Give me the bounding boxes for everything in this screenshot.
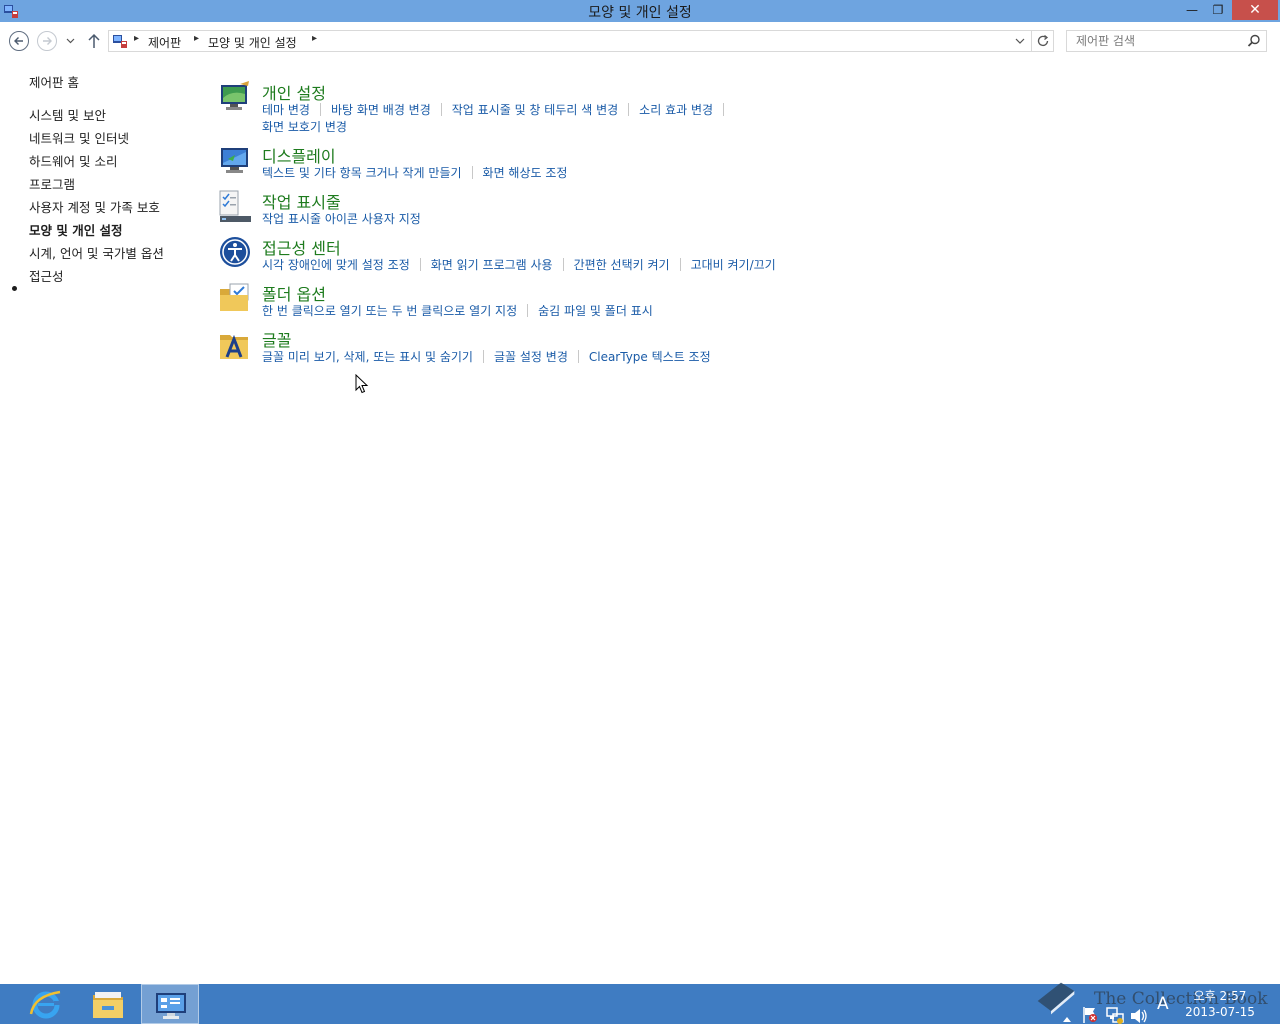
link-separator xyxy=(628,103,630,116)
link-separator xyxy=(577,350,579,363)
link-change-screen-saver[interactable]: 화면 보호기 변경 xyxy=(262,120,347,134)
personalization-title[interactable]: 개인 설정 xyxy=(262,80,326,104)
link-show-hidden-files[interactable]: 숨김 파일 및 폴더 표시 xyxy=(538,304,653,318)
link-adjust-resolution[interactable]: 화면 해상도 조정 xyxy=(483,166,568,180)
sidebar-item-ease-of-access[interactable]: 접근성 xyxy=(29,266,64,285)
navigation-bar: ▸ 제어판 ▸ 모양 및 개인 설정 ▸ xyxy=(0,22,1280,60)
link-preview-delete-fonts[interactable]: 글꼴 미리 보기, 삭제, 또는 표시 및 숨기기 xyxy=(262,350,473,364)
current-item-bullet xyxy=(12,286,17,291)
up-arrow-icon[interactable] xyxy=(86,32,102,50)
minimize-button[interactable]: — xyxy=(1180,0,1204,20)
link-separator xyxy=(419,258,421,271)
ease-of-access-links: 시각 장애인에 맞게 설정 조정 화면 읽기 프로그램 사용 간편한 선택키 켜기 고… xyxy=(262,257,842,274)
display-title[interactable]: 디스플레이 xyxy=(262,143,336,167)
window-title: 모양 및 개인 설정 xyxy=(588,5,692,21)
address-history-chevron-icon[interactable] xyxy=(1015,35,1025,47)
search-icon[interactable] xyxy=(1247,34,1261,48)
link-customize-taskbar-icons[interactable]: 작업 표시줄 아이콘 사용자 지정 xyxy=(262,212,421,226)
breadcrumb-appearance[interactable]: 모양 및 개인 설정 xyxy=(208,34,297,51)
folder-options-icon[interactable] xyxy=(218,281,252,315)
link-toggle-high-contrast[interactable]: 고대비 켜기/끄기 xyxy=(691,258,776,272)
fonts-icon[interactable] xyxy=(218,327,252,361)
link-separator xyxy=(527,304,529,317)
action-center-flag-icon[interactable] xyxy=(1082,995,1098,1024)
breadcrumb-separator-icon[interactable]: ▸ xyxy=(312,33,317,44)
link-optimize-visual[interactable]: 시각 장애인에 맞게 설정 조정 xyxy=(262,258,410,272)
forward-button[interactable] xyxy=(37,31,57,51)
link-change-taskbar-color[interactable]: 작업 표시줄 및 창 테두리 색 변경 xyxy=(452,103,618,117)
link-separator xyxy=(440,103,442,116)
address-bar[interactable]: ▸ 제어판 ▸ 모양 및 개인 설정 ▸ xyxy=(108,30,1054,52)
show-hidden-icons-icon[interactable] xyxy=(1062,999,1072,1024)
link-change-text-size[interactable]: 텍스트 및 기타 항목 크거나 작게 만들기 xyxy=(262,166,462,180)
input-method-indicator[interactable]: A xyxy=(1157,994,1169,1024)
ease-of-access-icon[interactable] xyxy=(218,235,252,269)
sidebar-item-user-accounts[interactable]: 사용자 계정 및 가족 보호 xyxy=(29,197,160,216)
close-button[interactable]: ✕ xyxy=(1232,0,1278,20)
refresh-icon[interactable] xyxy=(1036,34,1050,48)
folder-options-links: 한 번 클릭으로 열기 또는 두 번 클릭으로 열기 지정 숨김 파일 및 폴더 … xyxy=(262,303,842,320)
link-use-screen-reader[interactable]: 화면 읽기 프로그램 사용 xyxy=(431,258,553,272)
ease-of-access-title[interactable]: 접근성 센터 xyxy=(262,235,341,259)
network-icon[interactable] xyxy=(1106,995,1124,1024)
clock-date[interactable]: 2013-07-15 xyxy=(1180,1005,1260,1019)
link-change-sound-effects[interactable]: 소리 효과 변경 xyxy=(639,103,713,117)
link-separator xyxy=(679,258,681,271)
display-icon[interactable] xyxy=(218,143,252,177)
link-separator xyxy=(562,258,564,271)
taskbar-icon[interactable] xyxy=(218,189,252,223)
sidebar-item-network-internet[interactable]: 네트워크 및 인터넷 xyxy=(29,128,129,147)
display-links: 텍스트 및 기타 항목 크거나 작게 만들기 화면 해상도 조정 xyxy=(262,165,842,182)
link-change-theme[interactable]: 테마 변경 xyxy=(262,103,310,117)
search-input[interactable] xyxy=(1068,32,1238,50)
taskbar-file-explorer[interactable] xyxy=(79,984,137,1024)
taskbar-control-panel[interactable] xyxy=(141,984,199,1024)
sidebar-item-programs[interactable]: 프로그램 xyxy=(29,174,75,193)
link-separator xyxy=(471,166,473,179)
personalization-icon[interactable] xyxy=(218,80,252,114)
control-panel-icon xyxy=(156,993,186,1019)
sidebar-item-appearance[interactable]: 모양 및 개인 설정 xyxy=(29,220,123,239)
link-separator xyxy=(482,350,484,363)
recent-locations-chevron-icon[interactable] xyxy=(66,38,75,44)
sidebar-item-system-security[interactable]: 시스템 및 보안 xyxy=(29,105,106,124)
personalization-links: 테마 변경 바탕 화면 배경 변경 작업 표시줄 및 창 테두리 색 변경 소리 효과… xyxy=(262,102,842,136)
breadcrumb-separator-icon[interactable]: ▸ xyxy=(134,33,139,44)
breadcrumb-control-panel[interactable]: 제어판 xyxy=(148,34,181,51)
internet-explorer-icon xyxy=(29,990,61,1019)
file-explorer-icon xyxy=(93,992,123,1018)
link-adjust-cleartype[interactable]: ClearType 텍스트 조정 xyxy=(589,350,711,364)
title-bar: 모양 및 개인 설정 — ❐ ✕ xyxy=(0,0,1280,22)
link-single-double-click[interactable]: 한 번 클릭으로 열기 또는 두 번 클릭으로 열기 지정 xyxy=(262,304,517,318)
maximize-button[interactable]: ❐ xyxy=(1206,0,1230,20)
arrow-right-icon xyxy=(43,37,52,45)
taskbar-title[interactable]: 작업 표시줄 xyxy=(262,189,341,213)
arrow-left-icon xyxy=(14,37,23,45)
fonts-title[interactable]: 글꼴 xyxy=(262,327,291,351)
folder-options-title[interactable]: 폴더 옵션 xyxy=(262,281,326,305)
sidebar-item-hardware-sound[interactable]: 하드웨어 및 소리 xyxy=(29,151,117,170)
link-separator xyxy=(723,103,725,116)
address-divider xyxy=(1031,31,1032,51)
taskbar-links: 작업 표시줄 아이콘 사용자 지정 xyxy=(262,211,842,228)
back-button[interactable] xyxy=(9,31,29,51)
volume-icon[interactable] xyxy=(1130,996,1148,1024)
fonts-links: 글꼴 미리 보기, 삭제, 또는 표시 및 숨기기 글꼴 설정 변경 ClearTy… xyxy=(262,349,842,366)
search-box[interactable] xyxy=(1066,30,1267,52)
link-separator xyxy=(319,103,321,116)
link-change-background[interactable]: 바탕 화면 배경 변경 xyxy=(331,103,431,117)
taskbar: The Collection Book A 오후 2:57 2013-07-15 xyxy=(0,982,1280,1024)
link-turn-on-sticky-keys[interactable]: 간편한 선택키 켜기 xyxy=(574,258,670,272)
clock-time[interactable]: 오후 2:57 xyxy=(1186,987,1254,1004)
sidebar-item-control-panel-home[interactable]: 제어판 홈 xyxy=(29,72,79,91)
breadcrumb-separator-icon[interactable]: ▸ xyxy=(194,33,199,44)
link-change-font-settings[interactable]: 글꼴 설정 변경 xyxy=(494,350,568,364)
mouse-cursor-icon xyxy=(355,374,369,394)
book-watermark-icon xyxy=(1037,982,1075,1015)
sidebar-item-clock-language-region[interactable]: 시계, 언어 및 국가별 옵션 xyxy=(29,243,164,262)
taskbar-internet-explorer[interactable] xyxy=(17,984,75,1024)
control-panel-icon xyxy=(113,35,127,48)
